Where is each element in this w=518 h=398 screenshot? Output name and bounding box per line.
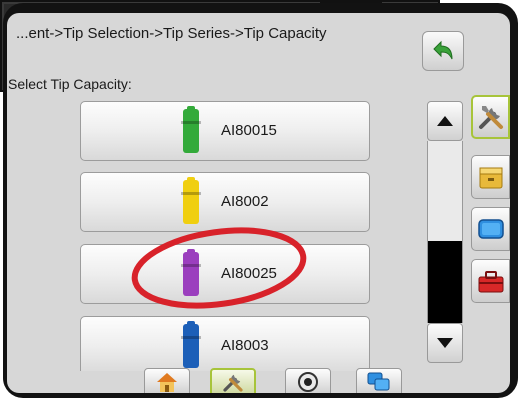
- toolbox-icon: [478, 271, 503, 293]
- scrollbar[interactable]: [427, 101, 463, 363]
- tip-button-ai8002[interactable]: AI8002: [80, 172, 370, 232]
- select-tip-capacity-label: Select Tip Capacity:: [8, 76, 132, 92]
- screen: ...ent->Tip Selection->Tip Series->Tip C…: [7, 13, 510, 393]
- home-button[interactable]: [144, 368, 190, 393]
- back-arrow-icon: [433, 40, 453, 60]
- tip-label: AI80025: [221, 265, 277, 282]
- tools-icon: [223, 374, 243, 392]
- scroll-up-button[interactable]: [427, 101, 463, 141]
- tip-button-ai80025[interactable]: AI80025: [80, 244, 370, 304]
- triangle-up-icon: [437, 116, 453, 126]
- tools-icon: [478, 106, 503, 129]
- side-tools-kit-button[interactable]: [471, 259, 510, 303]
- scroll-down-button[interactable]: [427, 323, 463, 363]
- display-frame: ...ent->Tip Selection->Tip Series->Tip C…: [3, 3, 518, 398]
- breadcrumb: ...ent->Tip Selection->Tip Series->Tip C…: [16, 25, 327, 42]
- tip-button-ai80015[interactable]: AI80015: [80, 101, 370, 161]
- tip-label: AI8002: [221, 193, 269, 210]
- nozzle-icon: [181, 106, 201, 153]
- filing-cabinet-icon: [479, 167, 502, 189]
- back-button[interactable]: [422, 31, 464, 71]
- display-icon: [477, 219, 504, 239]
- camera-icon: [298, 372, 318, 392]
- tools-button[interactable]: [210, 368, 256, 393]
- bottom-nav-bar: [144, 368, 409, 393]
- side-tools-button[interactable]: [471, 95, 510, 139]
- side-data-button[interactable]: [471, 155, 510, 199]
- multi-screen-icon: [367, 372, 390, 391]
- nozzle-icon: [181, 249, 201, 296]
- home-icon: [157, 373, 177, 392]
- triangle-down-icon: [437, 338, 453, 348]
- scroll-track[interactable]: [427, 141, 463, 323]
- tip-capacity-list: AI80015 AI8002 AI80025 AI8003: [80, 101, 370, 371]
- multi-screen-button[interactable]: [356, 368, 402, 393]
- scroll-thumb[interactable]: [428, 241, 462, 323]
- tip-button-ai8003[interactable]: AI8003: [80, 316, 370, 371]
- side-console-button[interactable]: [471, 207, 510, 251]
- nozzle-icon: [181, 177, 201, 224]
- nozzle-icon: [181, 321, 201, 368]
- camera-button[interactable]: [285, 368, 331, 393]
- tip-label: AI80015: [221, 122, 277, 139]
- tip-label: AI8003: [221, 337, 269, 354]
